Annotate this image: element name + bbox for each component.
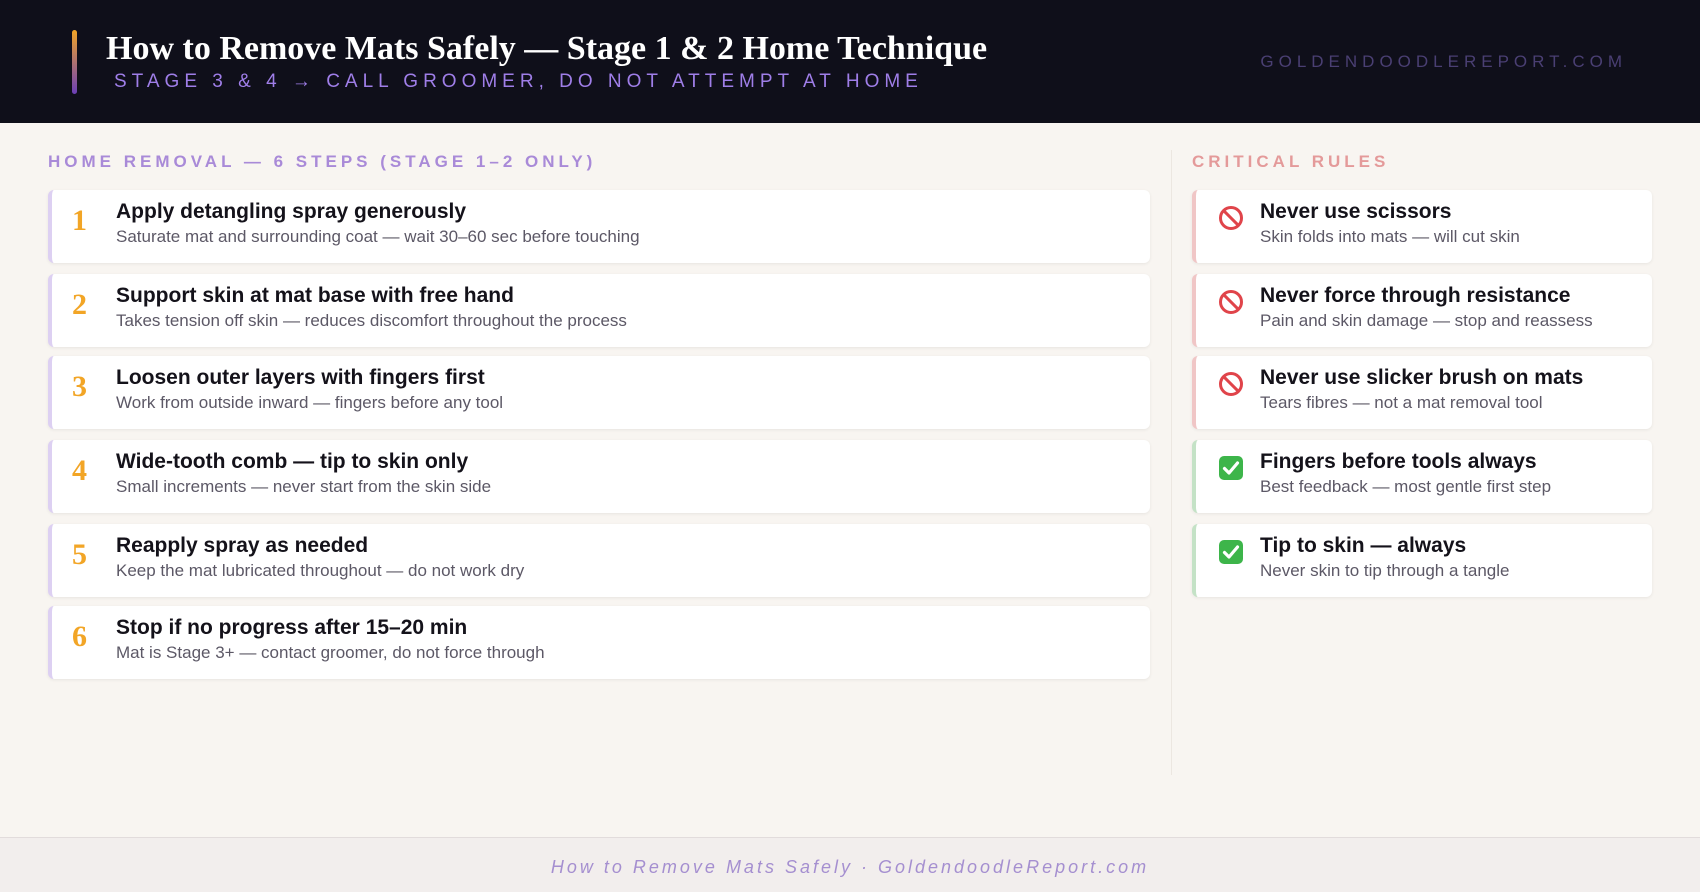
- step-card: 4 Wide-tooth comb — tip to skin only Sma…: [48, 440, 1150, 513]
- step-card: 5 Reapply spray as needed Keep the mat l…: [48, 524, 1150, 597]
- step-description: Takes tension off skin — reduces discomf…: [116, 311, 627, 330]
- step-card: 6 Stop if no progress after 15–20 min Ma…: [48, 606, 1150, 679]
- rule-title: Never use slicker brush on mats: [1260, 366, 1584, 389]
- page-header: How to Remove Mats Safely — Stage 1 & 2 …: [0, 0, 1700, 123]
- rule-title: Tip to skin — always: [1260, 534, 1467, 557]
- step-description: Mat is Stage 3+ — contact groomer, do no…: [116, 643, 545, 662]
- rule-card: Never use slicker brush on mats Tears fi…: [1192, 356, 1652, 429]
- step-card: 1 Apply detangling spray generously Satu…: [48, 190, 1150, 263]
- header-accent-bar: [72, 30, 77, 94]
- rule-title: Fingers before tools always: [1260, 450, 1537, 473]
- rule-card: Fingers before tools always Best feedbac…: [1192, 440, 1652, 513]
- step-description: Saturate mat and surrounding coat — wait…: [116, 227, 640, 246]
- rule-title: Never force through resistance: [1260, 284, 1571, 307]
- footer-text: How to Remove Mats Safely · Goldendoodle…: [550, 857, 1150, 877]
- step-number: 3: [72, 370, 87, 403]
- rule-title: Never use scissors: [1260, 200, 1452, 223]
- step-title: Support skin at mat base with free hand: [116, 284, 514, 307]
- column-divider: [1171, 150, 1172, 775]
- step-description: Small increments — never start from the …: [116, 477, 492, 496]
- step-title: Wide-tooth comb — tip to skin only: [116, 450, 469, 473]
- rules-heading: CRITICAL RULES: [1192, 152, 1390, 171]
- prohibited-icon: [1219, 372, 1243, 396]
- rule-description: Pain and skin damage — stop and reassess: [1260, 311, 1593, 330]
- page-footer: How to Remove Mats Safely · Goldendoodle…: [0, 837, 1700, 892]
- rule-description: Best feedback — most gentle first step: [1260, 477, 1552, 496]
- step-card: 3 Loosen outer layers with fingers first…: [48, 356, 1150, 429]
- step-number: 1: [72, 204, 87, 237]
- step-number: 5: [72, 538, 87, 571]
- page-title: How to Remove Mats Safely — Stage 1 & 2 …: [106, 30, 988, 67]
- prohibited-icon: [1219, 290, 1243, 314]
- step-description: Work from outside inward — fingers befor…: [116, 393, 504, 412]
- step-number: 2: [72, 288, 87, 321]
- steps-heading: HOME REMOVAL — 6 STEPS (STAGE 1–2 ONLY): [48, 152, 597, 171]
- check-mark-icon: [1219, 540, 1243, 564]
- rule-description: Never skin to tip through a tangle: [1260, 561, 1510, 580]
- rule-card: Never force through resistance Pain and …: [1192, 274, 1652, 347]
- rule-card: Never use scissors Skin folds into mats …: [1192, 190, 1652, 263]
- step-title: Reapply spray as needed: [116, 534, 369, 557]
- step-title: Stop if no progress after 15–20 min: [116, 616, 468, 639]
- site-name: GOLDENDOODLEREPORT.COM: [1260, 52, 1627, 71]
- check-mark-icon: [1219, 456, 1243, 480]
- step-description: Keep the mat lubricated throughout — do …: [116, 561, 525, 580]
- prohibited-icon: [1219, 206, 1243, 230]
- rule-card: Tip to skin — always Never skin to tip t…: [1192, 524, 1652, 597]
- step-number: 6: [72, 620, 87, 653]
- rule-description: Skin folds into mats — will cut skin: [1260, 227, 1520, 246]
- step-card: 2 Support skin at mat base with free han…: [48, 274, 1150, 347]
- page-subtitle: STAGE 3 & 4 → CALL GROOMER, DO NOT ATTEM…: [114, 71, 923, 92]
- rule-description: Tears fibres — not a mat removal tool: [1260, 393, 1543, 412]
- step-title: Loosen outer layers with fingers first: [116, 366, 485, 389]
- step-number: 4: [72, 454, 87, 487]
- step-title: Apply detangling spray generously: [116, 200, 467, 223]
